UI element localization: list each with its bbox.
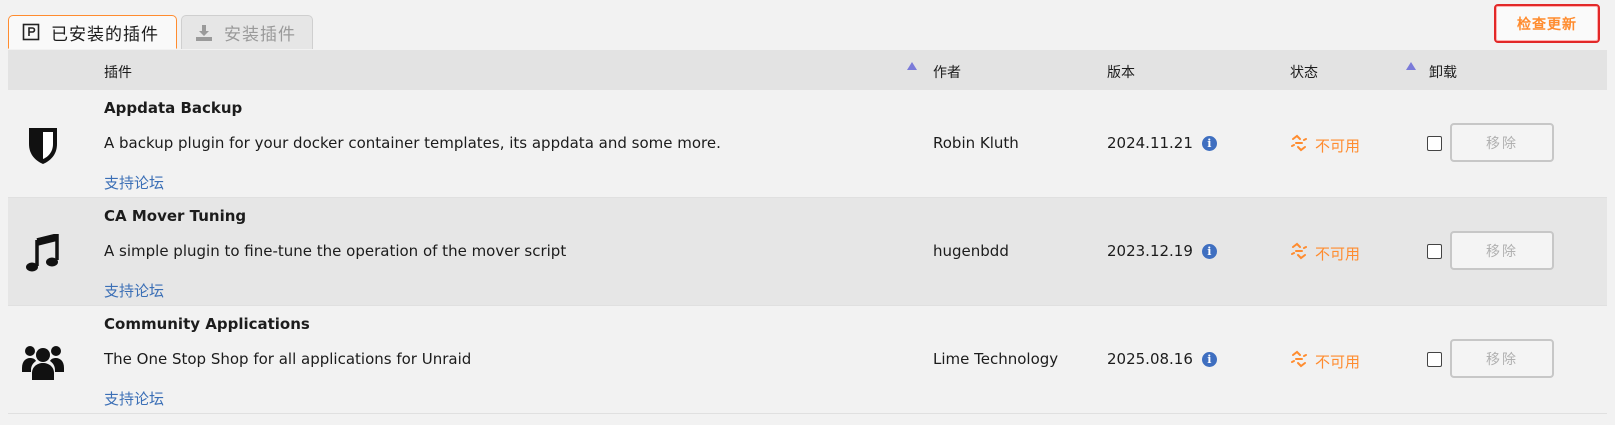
tab-install-plugins[interactable]: 安装插件	[181, 15, 313, 49]
support-forum-link[interactable]: 支持论坛	[104, 388, 164, 409]
plugin-author: Lime Technology	[933, 350, 1059, 368]
sort-asc-icon[interactable]	[1406, 62, 1416, 70]
check-updates-button[interactable]: 检查更新	[1494, 4, 1600, 43]
plugin-status: 不可用	[1290, 242, 1360, 264]
column-header-status[interactable]: 状态	[1290, 62, 1318, 82]
plugin-description: A simple plugin to fine-tune the operati…	[104, 242, 567, 260]
version-text: 2025.08.16	[1107, 350, 1193, 368]
uninstall-checkbox[interactable]	[1427, 244, 1442, 259]
status-text: 不可用	[1315, 352, 1361, 371]
plugin-description: A backup plugin for your docker containe…	[104, 134, 721, 152]
plugin-status: 不可用	[1290, 134, 1360, 156]
table-row: Appdata Backup A backup plugin for your …	[8, 90, 1607, 198]
plugin-version: 2023.12.19 i	[1107, 242, 1217, 260]
remove-button[interactable]: 移除	[1450, 339, 1554, 378]
remove-button[interactable]: 移除	[1450, 231, 1554, 270]
column-header-author[interactable]: 作者	[933, 62, 961, 82]
plugin-status: 不可用	[1290, 350, 1360, 372]
table-row: CA Mover Tuning A simple plugin to fine-…	[8, 198, 1607, 306]
column-header-uninstall[interactable]: 卸载	[1429, 62, 1457, 82]
info-icon[interactable]: i	[1201, 135, 1217, 151]
version-text: 2024.11.21	[1107, 134, 1193, 152]
table-header: 插件 作者 版本 状态 卸载	[8, 50, 1607, 90]
plugin-author: hugenbdd	[933, 242, 1009, 260]
tab-installed-plugins[interactable]: 已安装的插件	[8, 15, 177, 49]
plugin-name: Appdata Backup	[104, 99, 243, 117]
plugin-name: CA Mover Tuning	[104, 207, 247, 225]
column-header-version[interactable]: 版本	[1107, 62, 1135, 82]
support-forum-link[interactable]: 支持论坛	[104, 280, 164, 301]
plugin-author: Robin Kluth	[933, 134, 1019, 152]
tab-label: 已安装的插件	[51, 24, 159, 45]
plugin-version: 2024.11.21 i	[1107, 134, 1217, 152]
info-icon[interactable]: i	[1201, 243, 1217, 259]
support-forum-link[interactable]: 支持论坛	[104, 172, 164, 193]
sort-asc-icon[interactable]	[907, 62, 917, 70]
installed-plugins-icon	[21, 22, 41, 42]
plugin-version: 2025.08.16 i	[1107, 350, 1217, 368]
column-header-plugin[interactable]: 插件	[104, 62, 132, 82]
uninstall-checkbox[interactable]	[1427, 352, 1442, 367]
unlink-icon	[1290, 134, 1308, 156]
plugin-name: Community Applications	[104, 315, 310, 333]
music-note-icon	[20, 231, 66, 277]
remove-button[interactable]: 移除	[1450, 123, 1554, 162]
shield-icon	[20, 123, 66, 169]
unlink-icon	[1290, 242, 1308, 264]
users-icon	[20, 339, 66, 385]
version-text: 2023.12.19	[1107, 242, 1193, 260]
status-text: 不可用	[1315, 244, 1361, 263]
table-row: Community Applications The One Stop Shop…	[8, 306, 1607, 414]
download-icon	[194, 23, 214, 43]
tab-label: 安装插件	[224, 25, 296, 45]
plugins-table: 插件 作者 版本 状态 卸载 Appdata Backup A backup p…	[8, 50, 1607, 414]
tab-bar: 已安装的插件 安装插件	[8, 15, 313, 49]
plugin-description: The One Stop Shop for all applications f…	[104, 350, 472, 368]
info-icon[interactable]: i	[1201, 351, 1217, 367]
uninstall-checkbox[interactable]	[1427, 136, 1442, 151]
unlink-icon	[1290, 350, 1308, 372]
status-text: 不可用	[1315, 136, 1361, 155]
